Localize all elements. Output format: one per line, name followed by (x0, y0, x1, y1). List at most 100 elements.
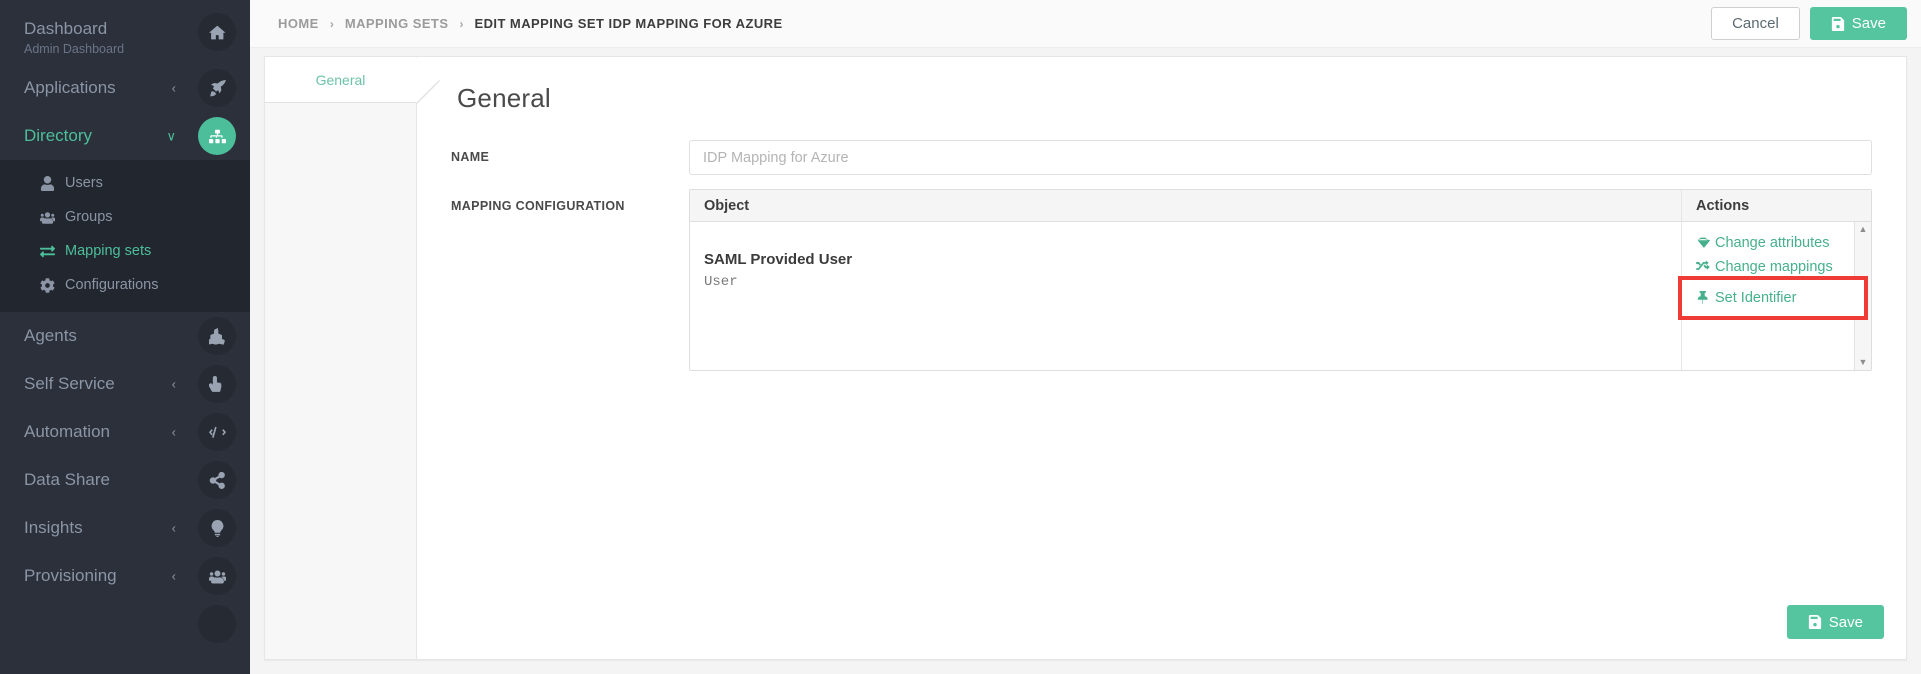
lightbulb-icon (198, 509, 236, 547)
action-change-attributes[interactable]: Change attributes (1696, 232, 1871, 254)
sidebar-subitem-label: Users (65, 175, 103, 191)
sidebar-item-insights[interactable]: Insights ‹ (0, 504, 250, 552)
shuffle-icon (1696, 260, 1715, 274)
object-subtitle: User (704, 274, 738, 291)
chevron-left-icon: ‹ (171, 376, 176, 392)
sidebar-item-data-share[interactable]: Data Share (0, 456, 250, 504)
floppy-disk-icon (1808, 615, 1829, 629)
table-row: SAML Provided User User Change attribute… (690, 222, 1871, 370)
name-input[interactable] (689, 140, 1872, 175)
hand-pointer-icon (198, 365, 236, 403)
sidebar-item-label: Directory (24, 126, 93, 146)
breadcrumb: HOME › MAPPING SETS › EDIT MAPPING SET I… (278, 16, 1711, 31)
cancel-button[interactable]: Cancel (1711, 7, 1800, 40)
app-root: Dashboard Admin Dashboard Applications ‹… (0, 0, 1921, 674)
sidebar-item-sublabel: Admin Dashboard (24, 41, 125, 56)
object-title: SAML Provided User (704, 251, 853, 268)
sidebar-item-automation[interactable]: Automation ‹ (0, 408, 250, 456)
sidebar-item-mapping-sets[interactable]: Mapping sets (0, 234, 250, 268)
save-button-bottom[interactable]: Save (1786, 605, 1884, 639)
chevron-left-icon: ‹ (171, 80, 176, 96)
action-change-mappings-label: Change mappings (1715, 259, 1833, 275)
cubes-icon (198, 317, 236, 355)
exchange-icon (40, 244, 59, 259)
scroll-up-icon[interactable]: ▲ (1859, 225, 1868, 234)
circle-icon (198, 605, 236, 643)
action-set-identifier-label: Set Identifier (1715, 290, 1797, 306)
card-footer: Save (1786, 605, 1884, 639)
save-button-top[interactable]: Save (1809, 7, 1907, 40)
chevron-left-icon: ‹ (171, 520, 176, 536)
sidebar-subitem-label: Mapping sets (65, 243, 152, 259)
sidebar-item-dashboard[interactable]: Dashboard Admin Dashboard (0, 0, 250, 64)
sidebar-item-agents[interactable]: Agents (0, 312, 250, 360)
save-button-label: Save (1851, 15, 1886, 32)
table-header: Object Actions (690, 190, 1871, 222)
breadcrumb-item-current: EDIT MAPPING SET IDP MAPPING FOR AZURE (474, 16, 783, 31)
sidebar: Dashboard Admin Dashboard Applications ‹… (0, 0, 250, 674)
name-label: NAME (451, 150, 490, 164)
sidebar-item-self-service[interactable]: Self Service ‹ (0, 360, 250, 408)
name-field-wrap (689, 140, 1872, 175)
sidebar-item-directory[interactable]: Directory ∨ (0, 112, 250, 160)
form-row-name: NAME (451, 140, 1872, 175)
tab-general[interactable]: General (265, 57, 440, 105)
sidebar-item-label: Self Service (24, 374, 115, 394)
sidebar-item-label: Dashboard (24, 19, 108, 39)
sidebar-item-label: Insights (24, 518, 83, 538)
cell-actions: Change attributes Change mappings Set Id… (1678, 222, 1871, 370)
users-icon (40, 210, 59, 225)
action-change-mappings[interactable]: Change mappings (1696, 256, 1871, 278)
main-area: HOME › MAPPING SETS › EDIT MAPPING SET I… (250, 0, 1921, 674)
column-header-object: Object (704, 197, 750, 214)
chevron-down-icon: ∨ (166, 128, 176, 144)
save-button-bottom-label: Save (1828, 613, 1863, 631)
sidebar-item-label: Provisioning (24, 566, 117, 586)
page-title: General (457, 83, 551, 113)
sidebar-subitem-label: Configurations (65, 277, 159, 293)
wizard-steps: General (265, 57, 440, 659)
tab-general-label: General (315, 71, 366, 88)
content-card: General General NAME MAPPING CONFIGURATI… (264, 56, 1907, 660)
sidebar-item-label: Applications (24, 78, 116, 98)
rocket-icon (198, 69, 236, 107)
gear-icon (40, 277, 59, 293)
form-row-mapping-configuration: MAPPING CONFIGURATION Object Actions SAM… (451, 189, 1872, 371)
chevron-right-icon: › (459, 16, 464, 31)
chevron-left-icon: ‹ (171, 568, 176, 584)
scroll-down-icon[interactable]: ▼ (1859, 358, 1868, 367)
gem-icon (1696, 236, 1715, 250)
form-area: General NAME MAPPING CONFIGURATION Objec… (417, 57, 1906, 659)
action-change-attributes-label: Change attributes (1715, 235, 1830, 251)
column-header-actions: Actions (1681, 190, 1871, 221)
cell-object: SAML Provided User User (690, 222, 1681, 370)
mapping-configuration-label: MAPPING CONFIGURATION (451, 199, 625, 213)
home-icon (198, 13, 236, 51)
sitemap-icon (198, 117, 236, 155)
sidebar-item-users[interactable]: Users (0, 166, 250, 200)
sidebar-item-configurations[interactable]: Configurations (0, 268, 250, 302)
topbar-actions: Cancel Save (1711, 7, 1907, 40)
action-set-identifier[interactable]: Set Identifier (1678, 276, 1868, 320)
tab-arrow (416, 57, 439, 103)
cancel-button-label: Cancel (1732, 15, 1779, 32)
sidebar-item-label: Agents (24, 326, 77, 346)
users-cog-icon (198, 557, 236, 595)
sidebar-item-provisioning[interactable]: Provisioning ‹ (0, 552, 250, 600)
share-alt-icon (198, 461, 236, 499)
sidebar-subitem-label: Groups (65, 209, 113, 225)
floppy-disk-icon (1831, 16, 1852, 31)
mapping-table: Object Actions SAML Provided User User C… (689, 189, 1872, 371)
mapping-configuration-field: Object Actions SAML Provided User User C… (689, 189, 1872, 371)
code-icon (198, 413, 236, 451)
sidebar-item-groups[interactable]: Groups (0, 200, 250, 234)
chevron-left-icon: ‹ (171, 424, 176, 440)
breadcrumb-item-mapping-sets[interactable]: MAPPING SETS (345, 16, 449, 31)
user-icon (40, 175, 59, 191)
sidebar-item-partial[interactable] (0, 600, 250, 648)
sidebar-item-label: Automation (24, 422, 110, 442)
breadcrumb-item-home[interactable]: HOME (278, 16, 319, 31)
topbar: HOME › MAPPING SETS › EDIT MAPPING SET I… (250, 0, 1921, 48)
sidebar-submenu-directory: Users Groups Mapping sets Configurations (0, 160, 250, 312)
sidebar-item-applications[interactable]: Applications ‹ (0, 64, 250, 112)
